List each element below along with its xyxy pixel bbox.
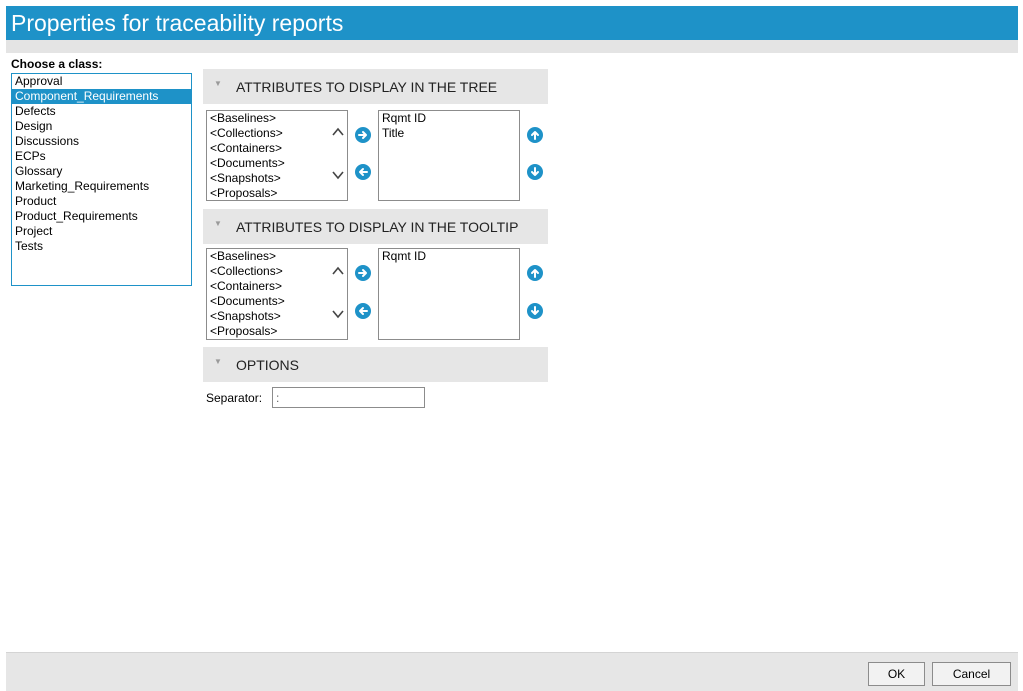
class-item-design[interactable]: Design	[12, 119, 191, 134]
list-item[interactable]: <Documents>	[207, 294, 347, 309]
separator-input[interactable]	[272, 387, 425, 408]
window-title: Properties for traceability reports	[11, 10, 344, 36]
scroll-down-chevron-icon[interactable]	[330, 167, 346, 183]
scroll-down-chevron-icon[interactable]	[330, 306, 346, 322]
collapse-triangle-icon: ▼	[214, 357, 222, 366]
list-item[interactable]: <Snapshots>	[207, 171, 347, 186]
tooltip-section-header[interactable]: ▼ ATTRIBUTES TO DISPLAY IN THE TOOLTIP	[203, 209, 548, 244]
list-item[interactable]: <Proposals>	[207, 186, 347, 200]
choose-class-label: Choose a class:	[11, 57, 103, 71]
collapse-triangle-icon: ▼	[214, 79, 222, 88]
tree-section-title: ATTRIBUTES TO DISPLAY IN THE TREE	[236, 79, 498, 95]
list-item[interactable]: Rqmt ID	[379, 249, 519, 264]
class-item-marketing-requirements[interactable]: Marketing_Requirements	[12, 179, 191, 194]
class-item-product[interactable]: Product	[12, 194, 191, 209]
class-item-discussions[interactable]: Discussions	[12, 134, 191, 149]
remove-attribute-arrow-left-icon[interactable]	[355, 164, 371, 180]
tooltip-available-attributes-list[interactable]: <Baselines> <Collections> <Containers> <Doc…	[206, 248, 348, 340]
tooltip-selected-attributes-list[interactable]: Rqmt ID	[378, 248, 520, 340]
options-section-header[interactable]: ▼ OPTIONS	[203, 347, 548, 382]
cancel-button[interactable]: Cancel	[932, 662, 1011, 686]
tree-selected-attributes-list[interactable]: Rqmt ID Title	[378, 110, 520, 201]
class-listbox[interactable]: Approval Component_Requirements Defects Des…	[11, 73, 192, 286]
class-item-project[interactable]: Project	[12, 224, 191, 239]
class-item-component-requirements[interactable]: Component_Requirements	[12, 89, 191, 104]
scroll-up-chevron-icon[interactable]	[330, 263, 346, 279]
separator-label: Separator:	[206, 391, 263, 405]
list-item[interactable]: <Containers>	[207, 141, 347, 156]
options-section-title: OPTIONS	[236, 357, 300, 373]
footer-bar	[6, 652, 1018, 691]
ok-button[interactable]: OK	[868, 662, 925, 686]
add-attribute-arrow-right-icon[interactable]	[355, 265, 371, 281]
move-up-arrow-icon[interactable]	[527, 127, 543, 143]
list-item[interactable]: <Baselines>	[207, 111, 347, 126]
class-item-approval[interactable]: Approval	[12, 74, 191, 89]
remove-attribute-arrow-left-icon[interactable]	[355, 303, 371, 319]
add-attribute-arrow-right-icon[interactable]	[355, 127, 371, 143]
class-item-ecps[interactable]: ECPs	[12, 149, 191, 164]
list-item[interactable]: <Snapshots>	[207, 309, 347, 324]
list-item[interactable]: Title	[379, 126, 519, 141]
tree-available-attributes-list[interactable]: <Baselines> <Collections> <Containers> <Doc…	[206, 110, 348, 201]
tooltip-section-title: ATTRIBUTES TO DISPLAY IN THE TOOLTIP	[236, 219, 519, 235]
class-item-tests[interactable]: Tests	[12, 239, 191, 254]
class-item-defects[interactable]: Defects	[12, 104, 191, 119]
list-item[interactable]: Rqmt ID	[379, 111, 519, 126]
tree-section-header[interactable]: ▼ ATTRIBUTES TO DISPLAY IN THE TREE	[203, 69, 548, 104]
list-item[interactable]: <Collections>	[207, 264, 347, 279]
title-bar: Properties for traceability reports	[6, 6, 1018, 40]
class-item-product-requirements[interactable]: Product_Requirements	[12, 209, 191, 224]
list-item[interactable]: <Containers>	[207, 279, 347, 294]
move-down-arrow-icon[interactable]	[527, 164, 543, 180]
list-item[interactable]: <Baselines>	[207, 249, 347, 264]
move-down-arrow-icon[interactable]	[527, 303, 543, 319]
collapse-triangle-icon: ▼	[214, 219, 222, 228]
list-item[interactable]: <Collections>	[207, 126, 347, 141]
list-item[interactable]: <Documents>	[207, 156, 347, 171]
scroll-up-chevron-icon[interactable]	[330, 124, 346, 140]
move-up-arrow-icon[interactable]	[527, 265, 543, 281]
list-item[interactable]: <Proposals>	[207, 324, 347, 339]
title-strip	[6, 40, 1018, 53]
class-item-glossary[interactable]: Glossary	[12, 164, 191, 179]
